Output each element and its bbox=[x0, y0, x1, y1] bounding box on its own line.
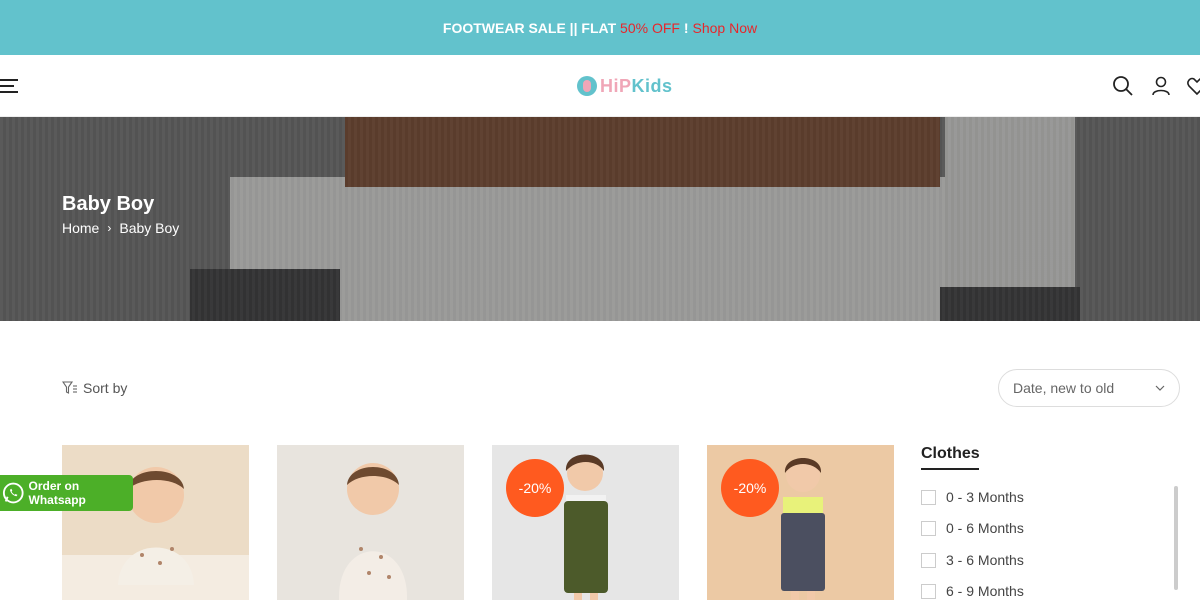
site-header: HiPKids bbox=[0, 55, 1200, 117]
breadcrumb-home-link[interactable]: Home bbox=[62, 220, 99, 236]
announcement-bar: FOOTWEAR SALE || FLAT 50% OFF ! Shop Now bbox=[0, 0, 1200, 55]
discount-badge: -20% bbox=[721, 459, 779, 517]
discount-badge: -20% bbox=[506, 459, 564, 517]
checkbox[interactable] bbox=[921, 583, 936, 599]
logo-text-kids: Kids bbox=[631, 75, 673, 96]
checkbox[interactable] bbox=[921, 552, 936, 568]
filter-option[interactable]: 0 - 3 Months bbox=[921, 489, 1024, 505]
chevron-down-icon bbox=[1155, 385, 1165, 391]
collection-hero-banner: Baby Boy Home › Baby Boy bbox=[0, 117, 1200, 321]
product-card-4[interactable]: -20% bbox=[707, 445, 894, 600]
hamburger-menu-icon[interactable] bbox=[0, 77, 20, 95]
shop-now-link[interactable]: Shop Now bbox=[693, 20, 758, 36]
sort-by-label: Sort by bbox=[83, 380, 128, 396]
wishlist-heart-icon[interactable] bbox=[1186, 75, 1200, 97]
filter-heading-underline bbox=[921, 468, 979, 470]
filter-option-label: 3 - 6 Months bbox=[946, 552, 1024, 568]
sort-select[interactable]: Date, new to old bbox=[998, 369, 1180, 407]
breadcrumb: Home › Baby Boy bbox=[62, 220, 179, 236]
product-image bbox=[338, 463, 408, 600]
announcement-text: FOOTWEAR SALE || FLAT bbox=[442, 19, 621, 36]
whatsapp-icon bbox=[2, 482, 24, 504]
logo-text-hip: HiP bbox=[600, 75, 632, 96]
order-on-whatsapp-button[interactable]: Order on Whatsapp bbox=[0, 475, 133, 511]
logo-mark-icon bbox=[577, 76, 597, 96]
product-card-2[interactable] bbox=[277, 445, 464, 600]
sort-select-value: Date, new to old bbox=[1013, 380, 1115, 396]
filter-option[interactable]: 3 - 6 Months bbox=[921, 552, 1024, 568]
filter-option-label: 0 - 6 Months bbox=[946, 520, 1024, 536]
filter-heading: Clothes bbox=[921, 445, 980, 462]
product-image bbox=[62, 467, 249, 600]
filter-funnel-icon bbox=[62, 381, 77, 394]
breadcrumb-current: Baby Boy bbox=[119, 220, 180, 236]
announcement-suffix: ! bbox=[679, 19, 689, 36]
sort-by-toggle[interactable]: Sort by bbox=[62, 380, 127, 396]
checkbox[interactable] bbox=[921, 489, 936, 505]
product-card-3[interactable]: -20% bbox=[492, 445, 679, 600]
product-card-1[interactable] bbox=[62, 445, 249, 600]
logo-text: HiPKids bbox=[600, 76, 673, 97]
announcement-discount: 50% OFF bbox=[620, 19, 680, 36]
page-title: Baby Boy bbox=[62, 193, 155, 215]
filter-option-label: 0 - 3 Months bbox=[946, 489, 1024, 505]
checkbox[interactable] bbox=[921, 520, 936, 536]
account-icon[interactable] bbox=[1150, 75, 1172, 97]
whatsapp-label: Order on Whatsapp bbox=[28, 479, 86, 507]
chevron-right-icon: › bbox=[107, 221, 112, 235]
filter-option[interactable]: 0 - 6 Months bbox=[921, 520, 1024, 536]
filter-option-label: 6 - 9 Months bbox=[946, 583, 1024, 599]
filter-scrollbar[interactable] bbox=[1174, 486, 1178, 590]
search-icon[interactable] bbox=[1112, 75, 1134, 97]
site-logo[interactable]: HiPKids bbox=[577, 75, 673, 97]
filter-option[interactable]: 6 - 9 Months bbox=[921, 583, 1024, 599]
